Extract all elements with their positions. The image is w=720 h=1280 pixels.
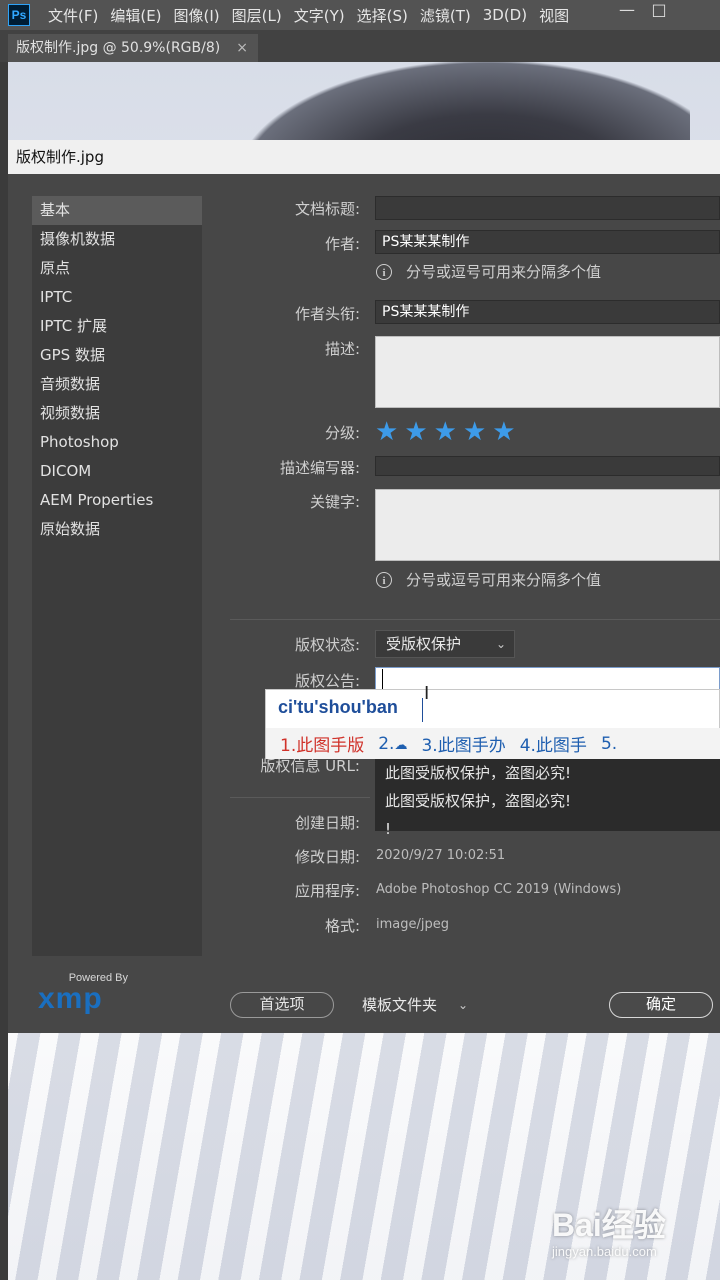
sidebar-item-video-data[interactable]: 视频数据 bbox=[32, 399, 202, 428]
close-icon[interactable]: × bbox=[236, 34, 248, 62]
text-caret bbox=[382, 669, 383, 689]
author-hint-text: 分号或逗号可用来分隔多个值 bbox=[406, 263, 602, 281]
star-icon[interactable]: ★ bbox=[492, 419, 515, 445]
sidebar-item-iptc-extension[interactable]: IPTC 扩展 bbox=[32, 312, 202, 341]
application-value: Adobe Photoshop CC 2019 (Windows) bbox=[376, 882, 622, 897]
star-icon[interactable]: ★ bbox=[463, 419, 486, 445]
xmp-word: xmp bbox=[38, 982, 103, 1015]
doc-title-label: 文档标题: bbox=[294, 200, 360, 218]
menu-image[interactable]: 图像(I) bbox=[174, 5, 220, 26]
menu-select[interactable]: 选择(S) bbox=[357, 5, 408, 26]
rating-stars[interactable]: ★ ★ ★ ★ ★ bbox=[375, 419, 522, 445]
keywords-label: 关键字: bbox=[309, 493, 360, 511]
ime-candidate-5[interactable]: 5. bbox=[601, 734, 617, 754]
ime-candidate-1[interactable]: 1.此图手版 bbox=[280, 731, 364, 756]
sidebar-item-raw-data[interactable]: 原始数据 bbox=[32, 515, 202, 544]
template-folder-label: 模板文件夹 bbox=[362, 996, 438, 1014]
restore-icon[interactable]: □ bbox=[644, 0, 674, 22]
doc-title-input[interactable] bbox=[375, 196, 720, 220]
copyright-status-dropdown[interactable]: 受版权保护 ⌄ bbox=[375, 630, 515, 658]
modified-value: 2020/9/27 10:02:51 bbox=[376, 848, 506, 863]
file-info-dialog: 版权制作.jpg 基本 摄像机数据 原点 IPTC IPTC 扩展 GPS 数据… bbox=[8, 140, 720, 1033]
copyright-notice-text[interactable]: 此图受版权保护，盗图必究! 此图受版权保护，盗图必究! ! bbox=[375, 759, 720, 838]
ime-candidate-3[interactable]: 3.此图手办 bbox=[421, 731, 505, 756]
document-tab-bar: 版权制作.jpg @ 50.9%(RGB/8) × bbox=[0, 30, 720, 62]
dialog-title: 版权制作.jpg bbox=[8, 140, 720, 174]
menu-3d[interactable]: 3D(D) bbox=[483, 6, 527, 24]
sidebar-item-photoshop[interactable]: Photoshop bbox=[32, 428, 202, 457]
cloud-icon: ☁ bbox=[394, 737, 408, 753]
menu-file[interactable]: 文件(F) bbox=[48, 5, 98, 26]
menu-layer[interactable]: 图层(L) bbox=[232, 5, 282, 26]
ime-popup: ci'tu'shou'ban 1.此图手版 2.☁ 3.此图手办 4.此图手 5… bbox=[265, 689, 720, 759]
copyright-status-value: 受版权保护 bbox=[386, 635, 462, 653]
notice-line-1: 此图受版权保护，盗图必究! bbox=[385, 764, 572, 782]
sidebar-item-dicom[interactable]: DICOM bbox=[32, 457, 202, 486]
notice-line-3: ! bbox=[385, 820, 392, 838]
description-writer-label: 描述编写器: bbox=[279, 459, 360, 477]
ime-pinyin: ci'tu'shou'ban bbox=[278, 697, 398, 717]
keywords-hint-text: 分号或逗号可用来分隔多个值 bbox=[406, 571, 602, 589]
info-icon: i bbox=[376, 571, 392, 588]
format-label: 格式: bbox=[324, 917, 360, 935]
description-writer-input[interactable] bbox=[375, 456, 720, 476]
divider bbox=[230, 797, 370, 798]
chevron-down-icon: ⌄ bbox=[495, 637, 506, 651]
sidebar-item-origin[interactable]: 原点 bbox=[32, 254, 202, 283]
preferences-button[interactable]: 首选项 bbox=[230, 992, 334, 1018]
menu-type[interactable]: 文字(Y) bbox=[294, 5, 345, 26]
chevron-down-icon: ⌄ bbox=[457, 998, 468, 1012]
copyright-notice-label: 版权公告: bbox=[294, 672, 360, 690]
template-folder-dropdown[interactable]: 模板文件夹 ⌄ bbox=[352, 992, 476, 1018]
author-title-label: 作者头衔: bbox=[294, 305, 360, 323]
baidu-watermark: Bai经验 jingyan.baidu.com bbox=[552, 1200, 712, 1270]
format-value: image/jpeg bbox=[376, 917, 449, 932]
category-sidebar: 基本 摄像机数据 原点 IPTC IPTC 扩展 GPS 数据 音频数据 视频数… bbox=[32, 196, 202, 956]
ime-caret bbox=[422, 698, 423, 722]
star-icon[interactable]: ★ bbox=[404, 419, 427, 445]
document-tab-label: 版权制作.jpg @ 50.9%(RGB/8) bbox=[16, 40, 221, 56]
document-tab[interactable]: 版权制作.jpg @ 50.9%(RGB/8) × bbox=[8, 34, 258, 62]
ime-candidate-2[interactable]: 2.☁ bbox=[378, 734, 407, 754]
watermark-main: Bai经验 bbox=[552, 1207, 666, 1243]
description-label: 描述: bbox=[324, 340, 360, 358]
xmp-logo: Powered By xmp bbox=[38, 972, 138, 1020]
menu-view[interactable]: 视图 bbox=[539, 5, 569, 26]
minimize-icon[interactable]: — bbox=[612, 0, 642, 22]
author-title-input[interactable]: PS某某某制作 bbox=[375, 300, 720, 324]
ime-candidate-4[interactable]: 4.此图手 bbox=[520, 731, 587, 756]
star-icon[interactable]: ★ bbox=[434, 419, 457, 445]
author-hint: i 分号或逗号可用来分隔多个值 bbox=[376, 261, 601, 282]
description-textarea[interactable] bbox=[375, 336, 720, 408]
toolbar-strip bbox=[0, 62, 8, 1280]
sidebar-item-aem-properties[interactable]: AEM Properties bbox=[32, 486, 202, 515]
ibeam-cursor-icon: I bbox=[424, 683, 430, 704]
sidebar-item-basic[interactable]: 基本 bbox=[32, 196, 202, 225]
keywords-textarea[interactable] bbox=[375, 489, 720, 561]
menu-edit[interactable]: 编辑(E) bbox=[110, 5, 161, 26]
application-label: 应用程序: bbox=[294, 882, 360, 900]
created-label: 创建日期: bbox=[294, 814, 360, 832]
watermark-sub: jingyan.baidu.com bbox=[552, 1244, 657, 1259]
modified-label: 修改日期: bbox=[294, 848, 360, 866]
author-label: 作者: bbox=[324, 235, 360, 253]
menu-bar: Ps 文件(F) 编辑(E) 图像(I) 图层(L) 文字(Y) 选择(S) 滤… bbox=[0, 0, 720, 30]
menu-filter[interactable]: 滤镜(T) bbox=[420, 5, 471, 26]
divider bbox=[230, 619, 720, 620]
sidebar-item-audio-data[interactable]: 音频数据 bbox=[32, 370, 202, 399]
sidebar-item-camera-data[interactable]: 摄像机数据 bbox=[32, 225, 202, 254]
rating-label: 分级: bbox=[324, 424, 360, 442]
sidebar-item-gps-data[interactable]: GPS 数据 bbox=[32, 341, 202, 370]
keywords-hint: i 分号或逗号可用来分隔多个值 bbox=[376, 569, 601, 590]
ok-button[interactable]: 确定 bbox=[609, 992, 713, 1018]
copyright-status-label: 版权状态: bbox=[294, 636, 360, 654]
photoshop-logo-icon: Ps bbox=[8, 4, 30, 26]
author-input[interactable]: PS某某某制作 bbox=[375, 230, 720, 254]
info-icon: i bbox=[376, 263, 392, 280]
ime-candidates: 1.此图手版 2.☁ 3.此图手办 4.此图手 5. bbox=[266, 728, 720, 759]
star-icon[interactable]: ★ bbox=[375, 419, 398, 445]
notice-line-2: 此图受版权保护，盗图必究! bbox=[385, 792, 572, 810]
sidebar-item-iptc[interactable]: IPTC bbox=[32, 283, 202, 312]
